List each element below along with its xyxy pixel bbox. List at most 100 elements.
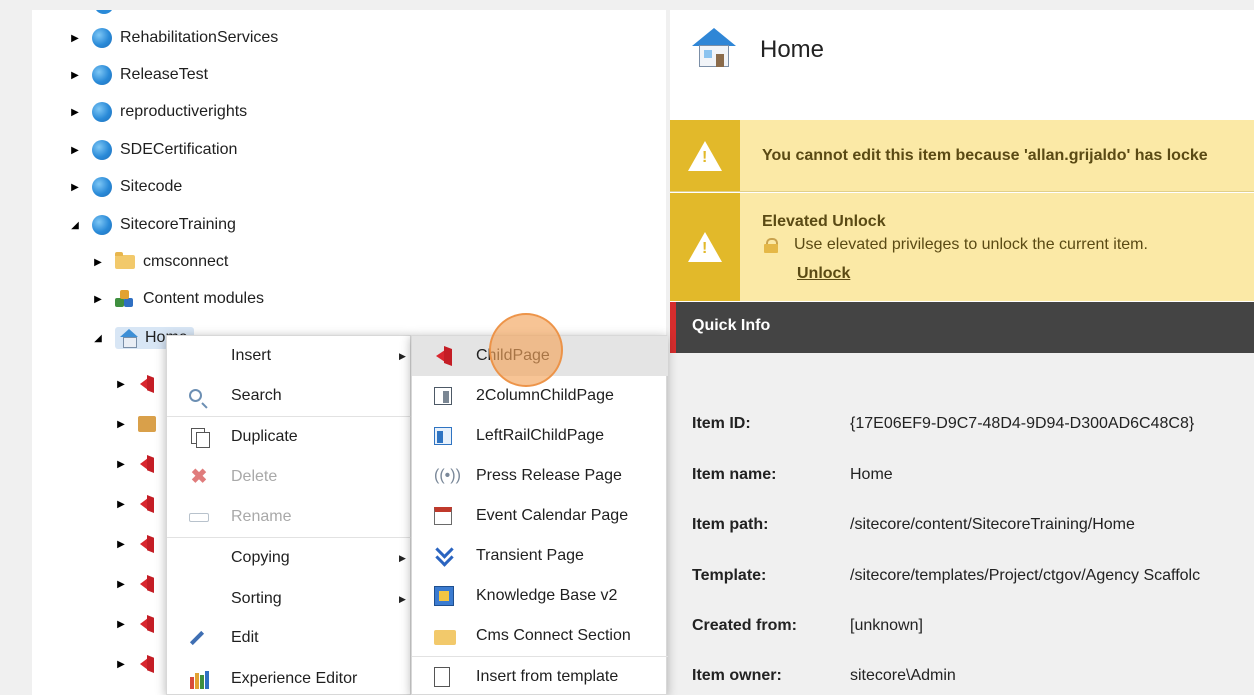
tree-item[interactable]: ▶: [114, 649, 160, 679]
quick-info-label: Item ID:: [692, 415, 751, 432]
tree-item-label[interactable]: Content modules: [143, 290, 264, 308]
tree-item[interactable]: ◢ SitecoreTraining: [68, 210, 236, 240]
tree-item-label[interactable]: SitecoreTraining: [120, 216, 236, 234]
globe-icon: [92, 215, 112, 235]
left-rail-icon: [434, 427, 452, 445]
expand-arrow-icon[interactable]: ▶: [114, 619, 128, 630]
submenu-item-label[interactable]: Transient Page: [476, 547, 584, 565]
quick-info-label: Item owner:: [692, 667, 782, 684]
tree-item[interactable]: ▶ SDECertification: [68, 135, 237, 165]
calendar-icon: [434, 507, 452, 525]
menu-item-label[interactable]: Edit: [231, 629, 259, 647]
submenu-item-label[interactable]: LeftRailChildPage: [476, 427, 604, 445]
menu-item-label: Delete: [231, 468, 278, 485]
quick-info-value[interactable]: /sitecore/content/SitecoreTraining/Home: [850, 516, 1135, 534]
submenu-item-label[interactable]: Insert from template: [476, 668, 618, 686]
submenu-item-press-release[interactable]: ((•)) Press Release Page: [412, 456, 668, 496]
tree-item-label[interactable]: reproductiverights: [120, 103, 247, 121]
menu-item-label[interactable]: Search: [231, 387, 282, 405]
submenu-item-leftrailchildpage[interactable]: LeftRailChildPage: [412, 416, 668, 456]
submenu-item-knowledge-base[interactable]: Knowledge Base v2: [412, 576, 668, 616]
expand-arrow-icon[interactable]: ▶: [114, 659, 128, 670]
tree-item[interactable]: ▶: [114, 409, 160, 439]
elevated-unlock-text: Use elevated privileges to unlock the cu…: [794, 236, 1148, 253]
quick-info-value[interactable]: {17E06EF9-D9C7-48D4-9D94-D300AD6C48C8}: [850, 415, 1194, 433]
menu-item-experience-editor[interactable]: Experience Editor: [167, 659, 412, 695]
expand-arrow-icon[interactable]: ▶: [68, 70, 82, 81]
tree-item-label[interactable]: Sitecode: [120, 178, 182, 196]
submenu-item-insert-from-template[interactable]: Insert from template: [412, 657, 668, 695]
tree-item-label[interactable]: RehabilitationServices: [120, 29, 278, 47]
menu-item-label[interactable]: Insert: [231, 347, 271, 365]
tree-item[interactable]: ▶ RehabilitationServices: [68, 23, 278, 53]
rename-icon: [189, 513, 209, 522]
expand-arrow-icon[interactable]: ▶: [114, 379, 128, 390]
tree-item[interactable]: ▶ cmsconnect: [91, 247, 228, 277]
submenu-item-label[interactable]: Knowledge Base v2: [476, 587, 617, 605]
collapse-arrow-icon[interactable]: ◢: [68, 220, 82, 231]
collapse-arrow-icon[interactable]: ◢: [91, 333, 105, 344]
tree-item[interactable]: ▶: [114, 369, 160, 399]
expand-arrow-icon[interactable]: ▶: [68, 33, 82, 44]
quick-info-label: Item name:: [692, 466, 777, 483]
tree-item[interactable]: ▶: [114, 529, 160, 559]
expand-arrow-icon[interactable]: ▶: [114, 419, 128, 430]
tree-item[interactable]: ▶: [114, 569, 160, 599]
menu-item-copying[interactable]: Copying ▶: [167, 538, 412, 578]
tree-item[interactable]: ▶: [114, 449, 160, 479]
submenu-item-label[interactable]: 2ColumnChildPage: [476, 387, 614, 405]
lock-warning-banner: ! You cannot edit this item because 'all…: [670, 120, 1254, 192]
submenu-item-event-calendar[interactable]: Event Calendar Page: [412, 496, 668, 536]
tree-item[interactable]: ▶ Content modules: [91, 284, 264, 314]
expand-arrow-icon[interactable]: ▶: [114, 499, 128, 510]
expand-arrow-icon[interactable]: ▶: [91, 257, 105, 268]
expand-arrow-icon[interactable]: ▶: [68, 107, 82, 118]
tree-item-label[interactable]: SDECertification: [120, 141, 237, 159]
folder-icon: [115, 252, 135, 269]
submenu-item-cms-connect-section[interactable]: Cms Connect Section: [412, 616, 668, 656]
page-icon: [138, 375, 156, 393]
submenu-item-label[interactable]: Event Calendar Page: [476, 507, 628, 525]
menu-item-search[interactable]: Search: [167, 376, 412, 416]
expand-arrow-icon[interactable]: ▶: [114, 459, 128, 470]
menu-item-label[interactable]: Copying: [231, 549, 290, 567]
search-icon: [189, 389, 202, 402]
menu-item-duplicate[interactable]: Duplicate: [167, 417, 412, 457]
menu-item-insert[interactable]: Insert ▶: [167, 336, 412, 376]
menu-item-edit[interactable]: Edit: [167, 618, 412, 658]
unlock-link[interactable]: Unlock: [797, 265, 850, 283]
expand-arrow-icon[interactable]: ▶: [114, 579, 128, 590]
expand-arrow-icon[interactable]: ▶: [68, 145, 82, 156]
menu-item-label[interactable]: Duplicate: [231, 428, 298, 446]
warning-icon: !: [670, 193, 740, 301]
menu-item-label[interactable]: Sorting: [231, 590, 282, 608]
item-header: Home: [670, 10, 1254, 116]
two-column-icon: [434, 387, 452, 405]
globe-icon: [94, 10, 114, 14]
quick-info-value[interactable]: sitecore\Admin: [850, 667, 956, 685]
quick-info-value[interactable]: Home: [850, 466, 893, 484]
tree-item[interactable]: ▶ Sitecode: [68, 172, 182, 202]
tree-item[interactable]: ▶ ReleaseTest: [68, 60, 208, 90]
tree-item[interactable]: ▶: [114, 489, 160, 519]
submenu-arrow-icon: ▶: [399, 552, 406, 563]
submenu-item-transient-page[interactable]: Transient Page: [412, 536, 668, 576]
submenu-item-label[interactable]: Press Release Page: [476, 467, 622, 485]
tree-item[interactable]: ▶ reproductiverights: [68, 97, 247, 127]
tree-item-label[interactable]: cmsconnect: [143, 253, 228, 271]
quick-info-title[interactable]: Quick Info: [692, 317, 770, 335]
tree-item[interactable]: ▶: [114, 609, 160, 639]
menu-item-sorting[interactable]: Sorting ▶: [167, 579, 412, 619]
expand-arrow-icon[interactable]: ▶: [114, 539, 128, 550]
menu-item-label[interactable]: Experience Editor: [231, 670, 357, 688]
tree-item-label[interactable]: ReleaseTest: [120, 66, 208, 84]
quick-info-value[interactable]: /sitecore/templates/Project/ctgov/Agency…: [850, 567, 1200, 585]
globe-icon: [92, 177, 112, 197]
menu-item-delete: ✖ Delete: [167, 457, 412, 497]
quick-info-header[interactable]: Quick Info: [670, 302, 1254, 353]
pencil-icon: [189, 630, 205, 646]
submenu-item-label[interactable]: Cms Connect Section: [476, 627, 631, 645]
expand-arrow-icon[interactable]: ▶: [68, 182, 82, 193]
quick-info-value[interactable]: [unknown]: [850, 617, 923, 635]
expand-arrow-icon[interactable]: ▶: [91, 294, 105, 305]
